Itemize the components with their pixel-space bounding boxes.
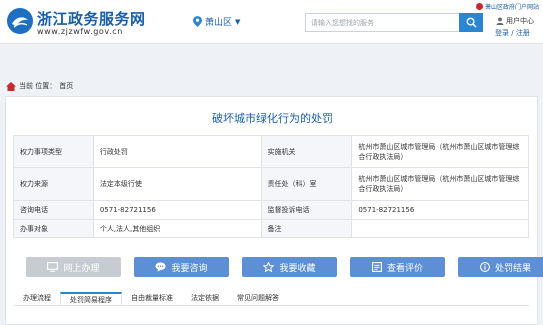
breadcrumb-prefix: 当前 位置： (19, 82, 57, 90)
penalty-result-button[interactable]: 处罚结果 (458, 257, 543, 277)
view-review-button[interactable]: 查看评价 (350, 257, 445, 277)
user-center-label: 用户中心 (506, 17, 534, 25)
table-row: 咨询电话 0571-82721156 监督投诉电话 0571-82721156 (13, 200, 529, 220)
login-links: 登录 / 注册 (495, 28, 530, 38)
site-title[interactable]: 浙江政务服务网 (37, 8, 146, 29)
info-key: 监督投诉电话 (260, 200, 353, 220)
monitor-icon (47, 262, 59, 272)
info-value (351, 219, 529, 238)
chat-bubble-icon (155, 262, 166, 272)
consult-label: 我要咨询 (171, 263, 208, 274)
online-apply-button[interactable]: 网上办理 (26, 257, 121, 277)
location-pin-icon (193, 16, 202, 27)
info-key: 权力事项类型 (13, 135, 94, 168)
user-center-link[interactable]: 用户中心 (496, 16, 534, 26)
national-emblem-icon (475, 3, 483, 10)
info-value: 0571-82721156 (351, 200, 529, 220)
document-icon (372, 262, 382, 272)
login-separator: / (511, 29, 514, 37)
region-name: 萧山区 (205, 18, 233, 28)
view-review-label: 查看评价 (386, 263, 423, 274)
detail-tabs: 办理流程 处罚简易程序 自由裁量标准 法定依据 常见问题解答 (14, 292, 529, 306)
chevron-down-icon: ▼ (235, 17, 241, 26)
info-value: 杭州市萧山区城市管理局（杭州市萧山区城市管理综合行政执法局） (351, 135, 529, 168)
page-title: 破坏城市绿化行为的处罚 (212, 112, 333, 125)
search-box (305, 13, 483, 32)
online-apply-label: 网上办理 (63, 263, 100, 274)
consult-button[interactable]: 我要咨询 (134, 257, 229, 277)
search-icon (466, 17, 477, 28)
region-selector[interactable]: 萧山区 ▼ (193, 15, 240, 28)
gov-portal-link[interactable]: 萧山区政府门户网站 (475, 2, 539, 11)
register-link[interactable]: 注册 (516, 29, 530, 37)
tab-faq[interactable]: 常见问题解答 (228, 292, 288, 305)
info-key: 责任处（科）室 (260, 167, 353, 201)
favorite-label: 我要收藏 (279, 263, 316, 274)
info-key: 咨询电话 (13, 200, 94, 220)
table-row: 办事对象 个人,法人,其他组织 备注 (13, 219, 529, 238)
table-row: 权力来源 法定本级行使 责任处（科）室 杭州市萧山区城市管理局（杭州市萧山区城市… (13, 167, 529, 201)
action-buttons: 网上办理 我要咨询 我要收藏 查看评价 处罚结果 (26, 257, 543, 277)
tab-process[interactable]: 办理流程 (14, 292, 60, 305)
favorite-button[interactable]: 我要收藏 (242, 257, 337, 277)
info-value: 法定本级行使 (92, 167, 262, 201)
info-key: 备注 (260, 219, 353, 238)
site-logo-icon[interactable] (7, 8, 33, 34)
login-link[interactable]: 登录 (495, 29, 509, 37)
service-info-table: 权力事项类型 行政处罚 实施机关 杭州市萧山区城市管理局（杭州市萧山区城市管理综… (13, 135, 529, 238)
tab-discretion-standard[interactable]: 自由裁量标准 (122, 292, 182, 305)
search-button[interactable] (459, 13, 483, 32)
breadcrumb-home-link[interactable]: 首页 (59, 81, 73, 91)
site-url: www.zjzwfw.gov.cn (37, 27, 123, 36)
info-key: 实施机关 (260, 135, 353, 168)
info-value: 杭州市萧山区城市管理局（杭州市萧山区城市管理综合行政执法局） (351, 167, 529, 201)
user-icon (496, 17, 504, 25)
star-icon (263, 262, 275, 272)
tab-simple-procedure[interactable]: 处罚简易程序 (60, 292, 122, 305)
tab-content (14, 307, 529, 323)
home-icon (6, 81, 16, 91)
info-value: 行政处罚 (92, 135, 262, 168)
table-row: 权力事项类型 行政处罚 实施机关 杭州市萧山区城市管理局（杭州市萧山区城市管理综… (13, 135, 529, 168)
info-value: 0571-82721156 (92, 200, 262, 220)
breadcrumb: 当前 位置： 首页 (6, 81, 73, 91)
info-value: 个人,法人,其他组织 (92, 219, 262, 238)
site-header: 浙江政务服务网 www.zjzwfw.gov.cn 萧山区 ▼ 萧山区政府门户网… (0, 0, 543, 44)
tab-legal-basis[interactable]: 法定依据 (182, 292, 228, 305)
info-key: 权力来源 (13, 167, 94, 201)
penalty-result-label: 处罚结果 (494, 263, 531, 274)
search-input[interactable] (306, 14, 456, 31)
gov-portal-label: 萧山区政府门户网站 (484, 4, 539, 11)
info-key: 办事对象 (13, 219, 94, 238)
info-circle-icon (480, 262, 490, 272)
